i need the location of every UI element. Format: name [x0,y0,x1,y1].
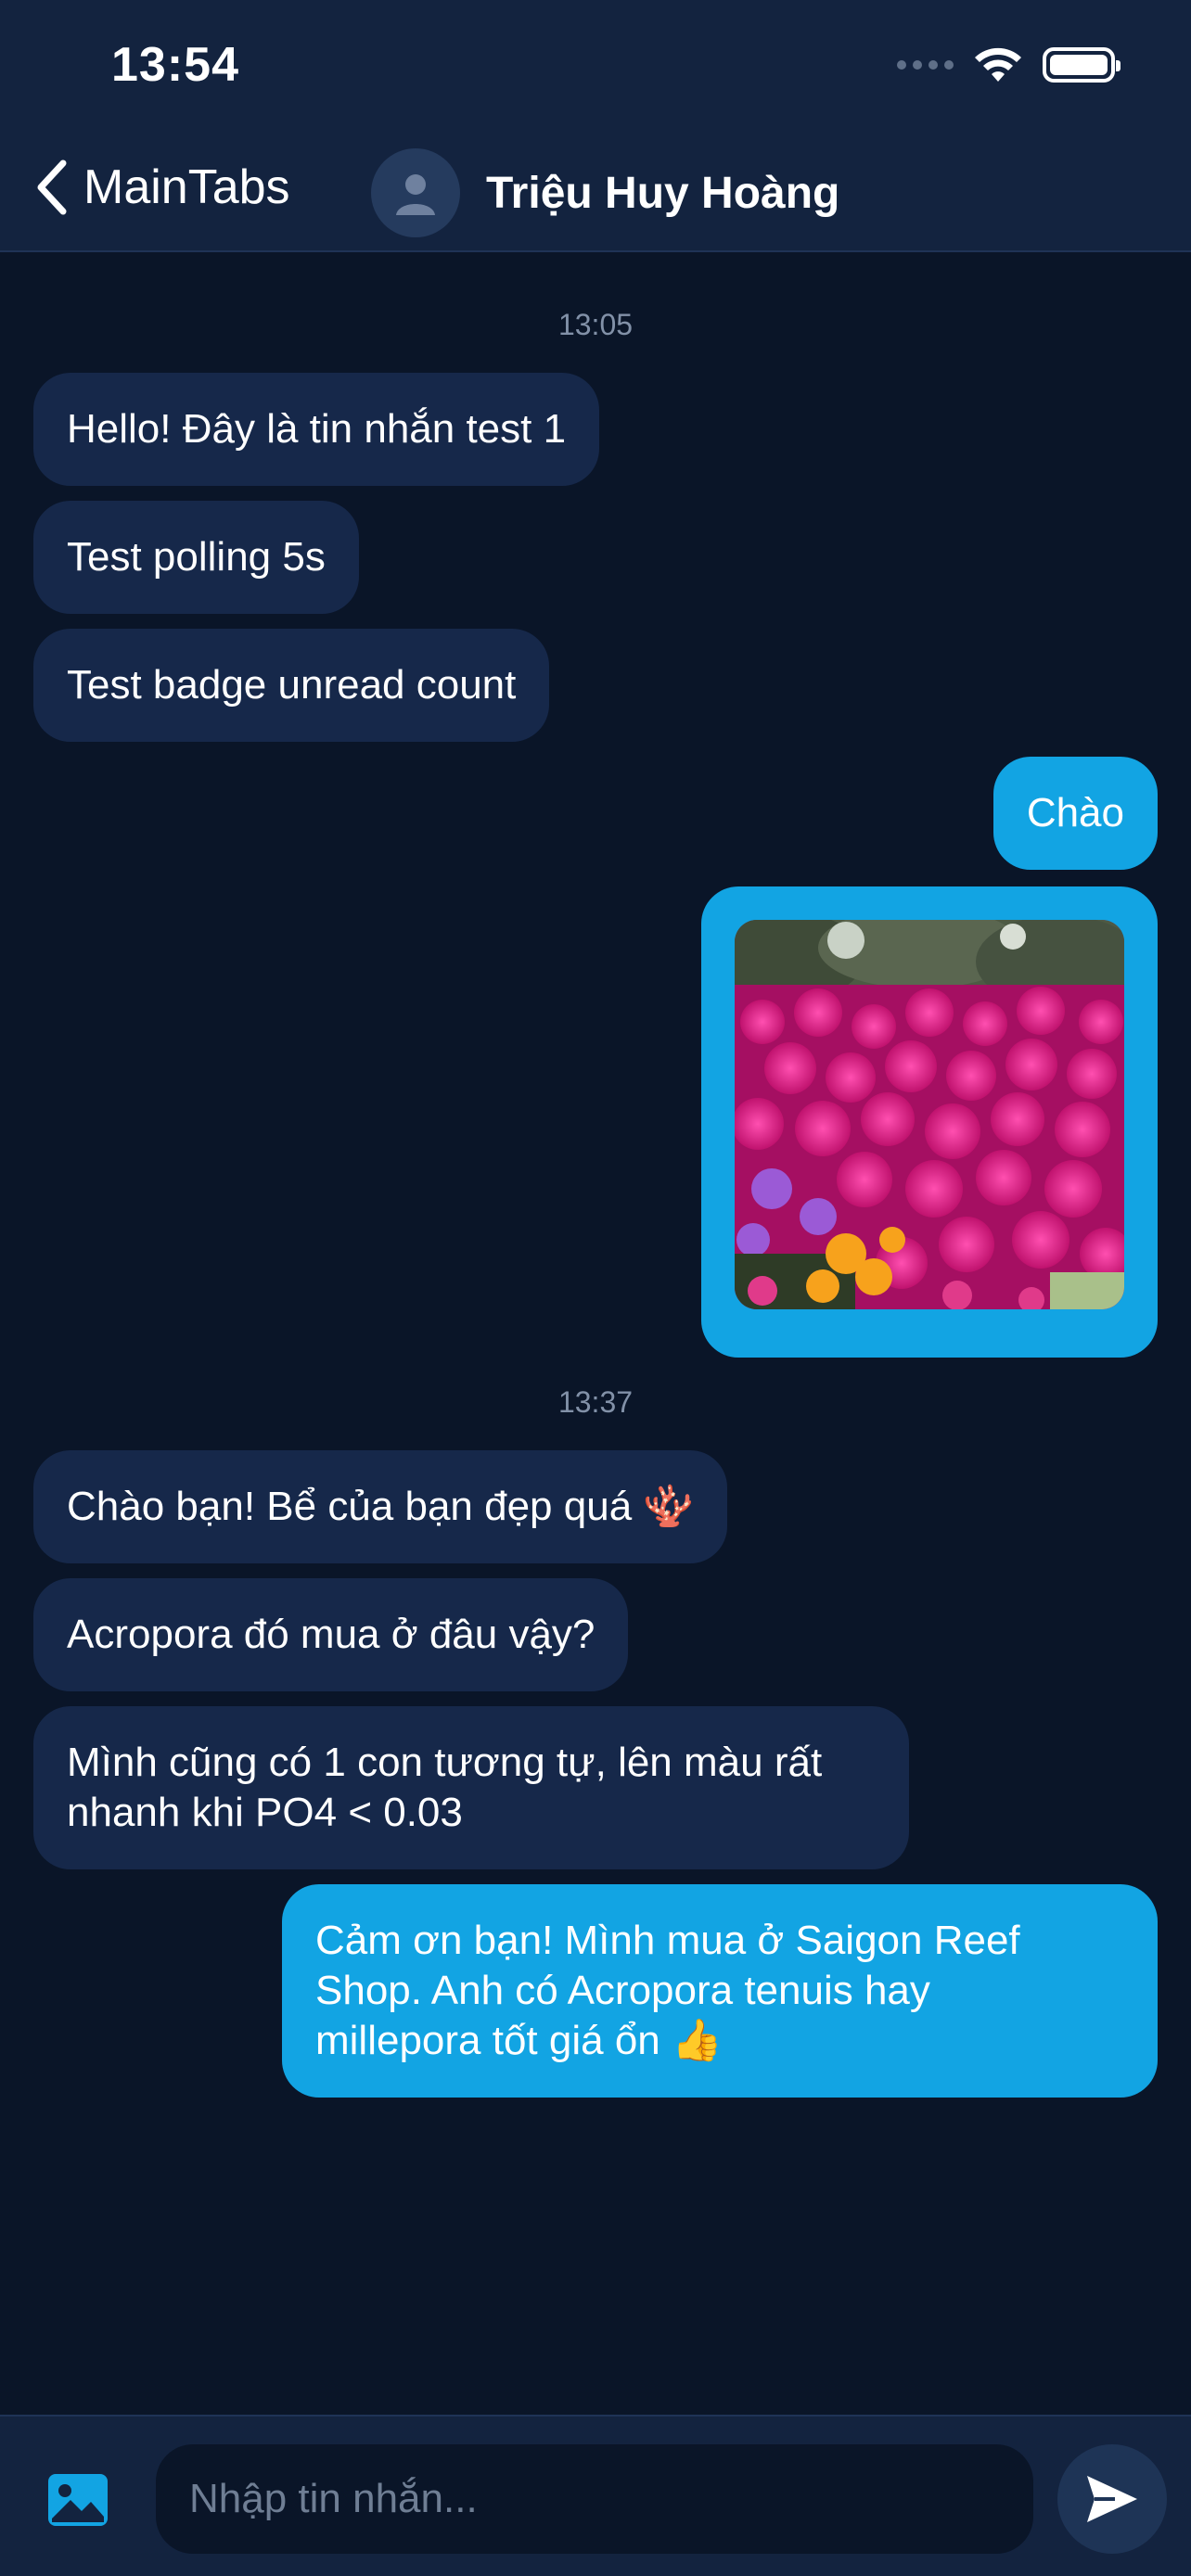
message-bubble-outgoing[interactable]: Cảm ơn bạn! Mình mua ở Saigon Reef Shop.… [282,1884,1158,2098]
battery-icon [1043,47,1121,83]
message-timestamp: 13:05 [557,308,634,341]
image-picker-icon[interactable] [46,2472,109,2528]
message-bubble-incoming[interactable]: Chào bạn! Bể của bạn đẹp quá 🪸 [33,1450,728,1563]
send-button[interactable] [1057,2444,1167,2554]
header-bar: 13:54 MainTabs Triệu Huy Hoàng [0,0,1191,252]
status-time: 13:54 [111,38,239,92]
message-bubble-incoming[interactable]: Test polling 5s [33,501,359,614]
person-icon [396,174,435,215]
message-bubble-outgoing[interactable]: Chào [992,757,1158,870]
chevron-left-icon [37,159,67,215]
contact-name: Triệu Huy Hoàng [486,168,840,218]
back-button[interactable]: MainTabs [33,158,290,217]
message-bubble-incoming[interactable]: Mình cũng có 1 con tương tự, lên màu rất… [33,1706,909,1869]
cellular-signal-icon [897,60,954,70]
message-bubble-incoming[interactable]: Hello! Đây là tin nhắn test 1 [33,373,600,486]
image-message-bubble[interactable] [701,886,1158,1358]
wifi-icon [975,47,1021,82]
message-timestamp: 13:37 [557,1385,634,1419]
message-bubble-incoming[interactable]: Acropora đó mua ở đâu vậy? [33,1578,629,1691]
send-icon [1087,2476,1137,2522]
avatar [371,148,460,237]
back-label: MainTabs [83,160,290,214]
status-icons [897,46,1121,83]
message-input[interactable] [156,2444,1033,2554]
contact-info[interactable]: Triệu Huy Hoàng [371,148,839,237]
chat-screen: 13:54 MainTabs Triệu Huy Hoàng 13:05 Hel… [0,0,1191,2576]
flower-photo-image[interactable] [735,920,1124,1309]
message-composer [0,2415,1191,2576]
message-bubble-incoming[interactable]: Test badge unread count [33,629,550,742]
